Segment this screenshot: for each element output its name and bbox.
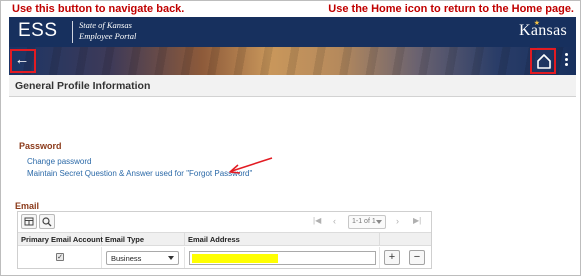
pager-last-button[interactable]: ▶|	[413, 216, 421, 225]
column-header-address: Email Address	[185, 233, 380, 246]
search-icon	[42, 217, 52, 227]
pager-range-value: 1-1 of 1	[352, 218, 376, 225]
add-row-button[interactable]: +	[384, 250, 400, 265]
column-header-primary: Primary Email Account	[18, 233, 103, 246]
pager-range-select[interactable]: 1-1 of 1	[348, 215, 386, 229]
callout-arrow-icon	[229, 157, 273, 174]
email-section-title: Email	[15, 201, 40, 211]
grid-view-button[interactable]	[21, 214, 37, 229]
brand-divider	[72, 21, 73, 43]
column-header-actions	[380, 233, 431, 246]
primary-email-checkbox[interactable]: ✓	[56, 253, 64, 261]
pager-previous-button[interactable]: ‹	[333, 216, 336, 226]
delete-row-button[interactable]: −	[409, 250, 425, 265]
cell-primary: ✓	[18, 247, 102, 268]
chevron-down-icon	[376, 220, 382, 224]
subtitle-line-1: State of Kansas	[79, 20, 132, 30]
navigation-bar: ←	[9, 47, 576, 75]
portal-subtitle: State of Kansas Employee Portal	[79, 20, 136, 42]
password-section-title: Password	[19, 141, 62, 151]
portal-banner: ESS State of Kansas Employee Portal ★ Ka…	[9, 17, 576, 47]
grid-toolbar: |◀ ‹ 1-1 of 1 › ▶|	[18, 212, 431, 233]
page-header: General Profile Information	[9, 75, 576, 97]
redaction-highlight	[192, 254, 278, 263]
app-short-name: ESS	[18, 20, 58, 41]
table-row: ✓ Business + −	[18, 247, 431, 268]
back-button-callout	[10, 49, 36, 73]
email-type-select[interactable]: Business	[106, 251, 179, 265]
grid-search-button[interactable]	[39, 214, 55, 229]
kansas-logo: Kansas	[518, 22, 567, 39]
email-address-input[interactable]	[189, 251, 376, 265]
pager-next-button[interactable]: ›	[396, 216, 399, 226]
grid-icon	[24, 217, 34, 226]
secret-question-link[interactable]: Maintain Secret Question & Answer used f…	[27, 169, 252, 178]
grid-header-row: Primary Email Account Email Type Email A…	[18, 233, 431, 246]
pager-first-button[interactable]: |◀	[313, 216, 321, 225]
change-password-link[interactable]: Change password	[27, 157, 91, 166]
home-button-callout	[530, 48, 556, 74]
email-type-value: Business	[111, 254, 142, 263]
subtitle-line-2: Employee Portal	[79, 31, 137, 41]
kebab-menu-icon	[561, 53, 571, 66]
cell-email-address	[185, 247, 380, 268]
column-header-type: Email Type	[102, 233, 185, 246]
cell-email-type: Business	[102, 247, 185, 268]
page-title: General Profile Information	[15, 80, 151, 92]
email-grid: |◀ ‹ 1-1 of 1 › ▶| Primary Email Account…	[17, 211, 432, 269]
chevron-down-icon	[168, 256, 174, 260]
actions-menu-button[interactable]	[561, 51, 571, 71]
